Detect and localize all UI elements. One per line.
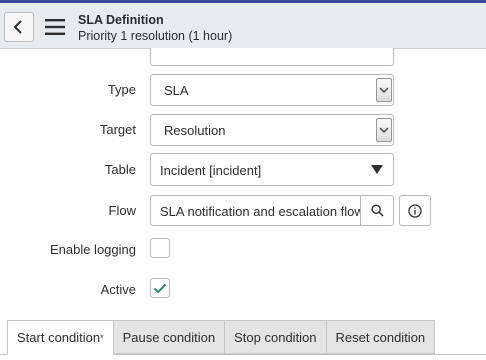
flow-reference-field[interactable]: SLA notification and escalation flow	[150, 195, 394, 226]
table-value: Incident [incident]	[160, 163, 262, 178]
target-dropdown-button[interactable]	[376, 118, 392, 142]
caret-down-icon	[371, 165, 383, 174]
type-dropdown-button[interactable]	[376, 78, 392, 102]
table-label: Table	[104, 162, 136, 177]
table-select[interactable]: Incident [incident]	[150, 153, 394, 186]
tab-label: Reset condition	[335, 329, 426, 345]
tab-pause-condition[interactable]: Pause condition	[112, 320, 226, 354]
flow-value[interactable]: SLA notification and escalation flow	[160, 204, 360, 219]
flow-info-button[interactable]	[399, 195, 431, 226]
info-icon	[408, 203, 422, 218]
type-value: SLA	[164, 83, 189, 98]
type-label: Type	[107, 82, 136, 97]
tab-stop-condition[interactable]: Stop condition	[224, 320, 327, 354]
checkmark-icon	[153, 283, 167, 293]
target-value: Resolution	[164, 123, 226, 138]
enable-logging-checkbox[interactable]	[150, 238, 170, 258]
form-header: SLA Definition Priority 1 resolution (1 …	[0, 3, 486, 49]
required-mark: *	[100, 332, 104, 343]
active-label: Active	[100, 282, 136, 297]
tab-label: Pause condition	[122, 329, 216, 345]
chevron-left-icon	[13, 20, 22, 34]
tab-reset-condition[interactable]: Reset condition	[325, 320, 436, 354]
chevron-down-icon	[379, 87, 389, 93]
hamburger-menu-icon[interactable]	[44, 18, 66, 36]
active-checkbox[interactable]	[150, 278, 170, 298]
back-button[interactable]	[4, 12, 34, 42]
record-subtitle: Priority 1 resolution (1 hour)	[78, 29, 233, 43]
enable-logging-label: Enable logging	[49, 242, 136, 257]
partially-visible-field[interactable]	[150, 48, 394, 66]
type-select[interactable]: SLA	[150, 74, 394, 106]
tab-start-condition[interactable]: Start condition *	[7, 320, 114, 355]
target-label: Target	[99, 122, 136, 137]
search-icon	[370, 204, 384, 217]
flow-lookup-button[interactable]	[360, 196, 393, 225]
flow-label: Flow	[108, 203, 136, 218]
chevron-down-icon	[379, 127, 389, 133]
tab-label: Stop condition	[234, 329, 317, 345]
tab-label: Start condition	[17, 330, 101, 345]
target-select[interactable]: Resolution	[150, 114, 394, 146]
condition-tabs: Start condition * Pause condition Stop co…	[7, 320, 436, 360]
page-title: SLA Definition	[78, 13, 164, 27]
